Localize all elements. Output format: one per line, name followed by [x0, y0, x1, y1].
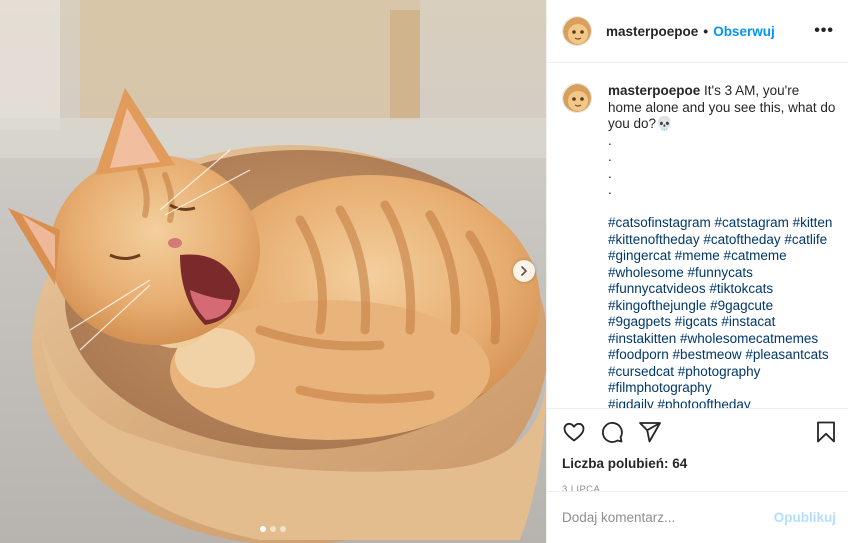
- skull-emoji: 💀: [656, 116, 673, 131]
- comment-button[interactable]: [600, 420, 624, 444]
- hashtag-line[interactable]: #foodporn #bestmeow #pleasantcats: [608, 347, 836, 364]
- hashtag-line[interactable]: #wholesome #funnycats: [608, 265, 836, 282]
- avatar[interactable]: [562, 83, 592, 113]
- comment-input[interactable]: [562, 510, 774, 525]
- caption-username[interactable]: masterpoepoe: [608, 83, 700, 98]
- carousel-dot: [280, 526, 286, 532]
- share-icon: [639, 421, 661, 442]
- post-details-panel: masterpoepoe • Obserwuj ••• masterpoepoe…: [546, 0, 848, 543]
- hashtag-line[interactable]: #filmphotography: [608, 380, 836, 397]
- hashtag-list: #catsofinstagram #catstagram #kitten #ki…: [608, 215, 836, 408]
- hashtag-line[interactable]: #instakitten #wholesomecatmemes: [608, 331, 836, 348]
- comments-section[interactable]: masterpoepoe It's 3 AM, you're home alon…: [547, 63, 848, 408]
- username-link[interactable]: masterpoepoe: [606, 24, 698, 39]
- heart-icon: [563, 422, 585, 441]
- hashtag-line[interactable]: #funnycatvideos #tiktokcats: [608, 281, 836, 298]
- like-count[interactable]: Liczba polubień: 64: [547, 454, 848, 474]
- caption-dot-line: .: [608, 132, 612, 148]
- save-button[interactable]: [814, 420, 838, 444]
- hashtag-line[interactable]: #9gagpets #igcats #instacat: [608, 314, 836, 331]
- carousel-dot: [270, 526, 276, 532]
- action-bar: [547, 408, 848, 454]
- caption-dot-line: .: [608, 165, 612, 181]
- hashtag-line[interactable]: #gingercat #meme #catmeme: [608, 248, 836, 265]
- hashtag-line[interactable]: #cursedcat #photography: [608, 364, 836, 381]
- cat-photo: [0, 0, 546, 543]
- share-button[interactable]: [638, 420, 662, 444]
- bookmark-icon: [817, 421, 835, 442]
- hashtag-line[interactable]: #catsofinstagram #catstagram #kitten: [608, 215, 836, 232]
- hashtag-line[interactable]: #kittenoftheday #catoftheday #catlife: [608, 232, 836, 249]
- post-header: masterpoepoe • Obserwuj •••: [547, 0, 848, 63]
- like-button[interactable]: [562, 420, 586, 444]
- chevron-right-icon: [521, 266, 527, 276]
- post-comment-button[interactable]: Opublikuj: [774, 510, 836, 525]
- follow-button[interactable]: Obserwuj: [713, 24, 775, 39]
- avatar-image: [563, 17, 591, 45]
- carousel-indicators: [0, 526, 546, 532]
- carousel-dot: [260, 526, 266, 532]
- avatar-image: [563, 84, 591, 112]
- post-image[interactable]: [0, 0, 546, 543]
- more-options-button[interactable]: •••: [814, 22, 834, 40]
- post-dialog: masterpoepoe • Obserwuj ••• masterpoepoe…: [0, 0, 848, 543]
- comment-icon: [601, 421, 623, 443]
- post-caption: masterpoepoe It's 3 AM, you're home alon…: [608, 83, 836, 408]
- separator-dot: •: [703, 23, 709, 39]
- add-comment-bar: Opublikuj: [547, 491, 848, 543]
- caption-dot-line: .: [608, 182, 612, 197]
- avatar[interactable]: [562, 16, 592, 46]
- hashtag-line[interactable]: #igdaily #photooftheday: [608, 397, 836, 409]
- next-slide-button[interactable]: [513, 260, 535, 282]
- caption-dot-line: .: [608, 149, 612, 164]
- hashtag-line[interactable]: #kingofthejungle #9gagcute: [608, 298, 836, 315]
